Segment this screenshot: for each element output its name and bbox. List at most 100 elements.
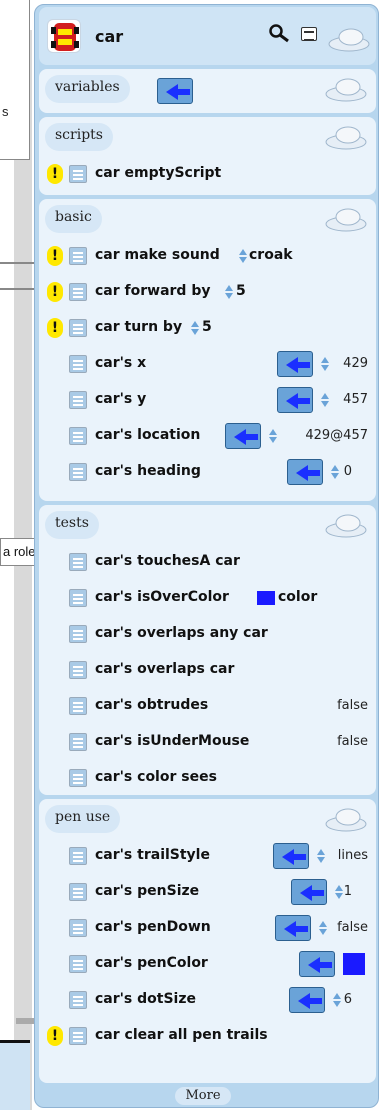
scripts-category-label[interactable]: scripts <box>45 123 113 151</box>
stepper-icon[interactable] <box>331 465 339 479</box>
y-value[interactable]: 457 <box>343 392 368 407</box>
tile-icon[interactable] <box>69 463 87 481</box>
run-bang-icon[interactable]: ! <box>47 164 63 184</box>
color-swatch[interactable] <box>257 591 275 605</box>
tile-icon[interactable] <box>69 733 87 751</box>
cloud-icon[interactable] <box>324 125 368 151</box>
command-row[interactable]: ! car make sound croak <box>39 239 376 273</box>
collapse-cloud-icon[interactable] <box>327 27 371 53</box>
stepper-icon[interactable] <box>335 885 343 899</box>
tile-icon[interactable] <box>69 391 87 409</box>
property-row[interactable]: car's penDown false <box>39 911 376 945</box>
tile-icon[interactable] <box>69 427 87 445</box>
run-bang-icon[interactable]: ! <box>47 1026 63 1046</box>
test-row[interactable]: car's touchesA car <box>39 545 376 579</box>
tile-icon[interactable] <box>69 355 87 373</box>
tile-icon[interactable] <box>69 697 87 715</box>
basic-category-label[interactable]: basic <box>45 205 102 233</box>
command-row[interactable]: ! car forward by 5 <box>39 275 376 309</box>
run-bang-icon[interactable]: ! <box>47 246 63 266</box>
cloud-icon[interactable] <box>324 77 368 103</box>
run-bang-icon[interactable]: ! <box>47 318 63 338</box>
object-name-label[interactable]: car <box>95 27 123 46</box>
tile-icon[interactable] <box>69 247 87 265</box>
stepper-icon[interactable] <box>225 285 233 299</box>
location-value[interactable]: 429@457 <box>305 428 368 443</box>
x-value[interactable]: 429 <box>343 356 368 371</box>
cloud-icon[interactable] <box>324 207 368 233</box>
background-frame-text: s <box>2 104 9 119</box>
assign-arrow-icon[interactable] <box>287 459 323 485</box>
tile-icon[interactable] <box>69 883 87 901</box>
command-row[interactable]: ! car clear all pen trails <box>39 1019 376 1053</box>
tile-icon[interactable] <box>69 955 87 973</box>
stepper-icon[interactable] <box>191 321 199 335</box>
pen-size-value[interactable]: 1 <box>344 884 352 899</box>
assign-arrow-icon[interactable] <box>273 843 309 869</box>
stepper-icon[interactable] <box>239 249 247 263</box>
stepper-icon[interactable] <box>333 993 341 1007</box>
property-row[interactable]: car's y 457 <box>39 383 376 417</box>
tile-icon[interactable] <box>69 165 87 183</box>
pen-use-category-label[interactable]: pen use <box>45 805 121 833</box>
forward-value[interactable]: 5 <box>236 283 246 299</box>
assign-arrow-icon[interactable] <box>299 951 335 977</box>
run-bang-icon[interactable]: ! <box>47 282 63 302</box>
tile-icon[interactable] <box>69 991 87 1009</box>
stepper-icon[interactable] <box>269 429 277 443</box>
test-row[interactable]: car's isOverColor color <box>39 581 376 615</box>
property-row[interactable]: car's heading 0 <box>39 455 376 489</box>
property-row[interactable]: car's penColor <box>39 947 376 981</box>
tile-icon[interactable] <box>69 769 87 787</box>
variables-category-label[interactable]: variables <box>45 75 130 103</box>
property-row[interactable]: car's penSize 1 <box>39 875 376 909</box>
more-button[interactable]: More <box>175 1087 231 1105</box>
menu-icon[interactable] <box>301 27 317 41</box>
assign-arrow-icon[interactable] <box>291 879 327 905</box>
tile-icon[interactable] <box>69 589 87 607</box>
assign-arrow-icon[interactable] <box>225 423 261 449</box>
assign-arrow-icon[interactable] <box>289 987 325 1013</box>
cloud-icon[interactable] <box>324 513 368 539</box>
assign-arrow-icon[interactable] <box>277 387 313 413</box>
sound-value[interactable]: croak <box>249 247 293 263</box>
test-row[interactable]: car's isUnderMouse false <box>39 725 376 759</box>
stepper-icon[interactable] <box>319 921 327 935</box>
test-row[interactable]: car's color sees <box>39 761 376 795</box>
pen-color-swatch[interactable] <box>343 953 365 975</box>
property-row[interactable]: car's trailStyle lines <box>39 839 376 873</box>
tile-icon[interactable] <box>69 847 87 865</box>
stepper-icon[interactable] <box>321 357 329 371</box>
stepper-icon[interactable] <box>317 849 325 863</box>
tile-icon[interactable] <box>69 625 87 643</box>
pen-down-value[interactable]: false <box>337 920 368 935</box>
tile-icon[interactable] <box>69 283 87 301</box>
tile-icon[interactable] <box>69 553 87 571</box>
add-variable-arrow-icon[interactable] <box>157 78 193 104</box>
script-row[interactable]: ! car emptyScript <box>39 157 376 191</box>
tile-icon[interactable] <box>69 919 87 937</box>
stepper-icon[interactable] <box>321 393 329 407</box>
car-thumbnail-icon[interactable] <box>47 19 81 53</box>
tile-icon[interactable] <box>69 661 87 679</box>
trail-style-value[interactable]: lines <box>338 848 368 863</box>
assign-arrow-icon[interactable] <box>277 351 313 377</box>
assign-arrow-icon[interactable] <box>275 915 311 941</box>
tests-category-label[interactable]: tests <box>45 511 99 539</box>
heading-value[interactable]: 0 <box>344 464 352 479</box>
property-row[interactable]: car's location 429@457 <box>39 419 376 453</box>
dot-size-value[interactable]: 6 <box>344 992 352 1007</box>
tile-icon[interactable] <box>69 1027 87 1045</box>
test-label: car's isOverColor <box>95 589 229 605</box>
test-row[interactable]: car's overlaps car <box>39 653 376 687</box>
property-row[interactable]: car's dotSize 6 <box>39 983 376 1017</box>
test-row[interactable]: car's overlaps any car <box>39 617 376 651</box>
test-row[interactable]: car's obtrudes false <box>39 689 376 723</box>
property-row[interactable]: car's x 429 <box>39 347 376 381</box>
turn-value[interactable]: 5 <box>202 319 212 335</box>
cloud-icon[interactable] <box>324 807 368 833</box>
command-row[interactable]: ! car turn by 5 <box>39 311 376 345</box>
tile-icon[interactable] <box>69 319 87 337</box>
command-label: car turn by <box>95 319 183 335</box>
search-icon[interactable] <box>268 23 290 45</box>
